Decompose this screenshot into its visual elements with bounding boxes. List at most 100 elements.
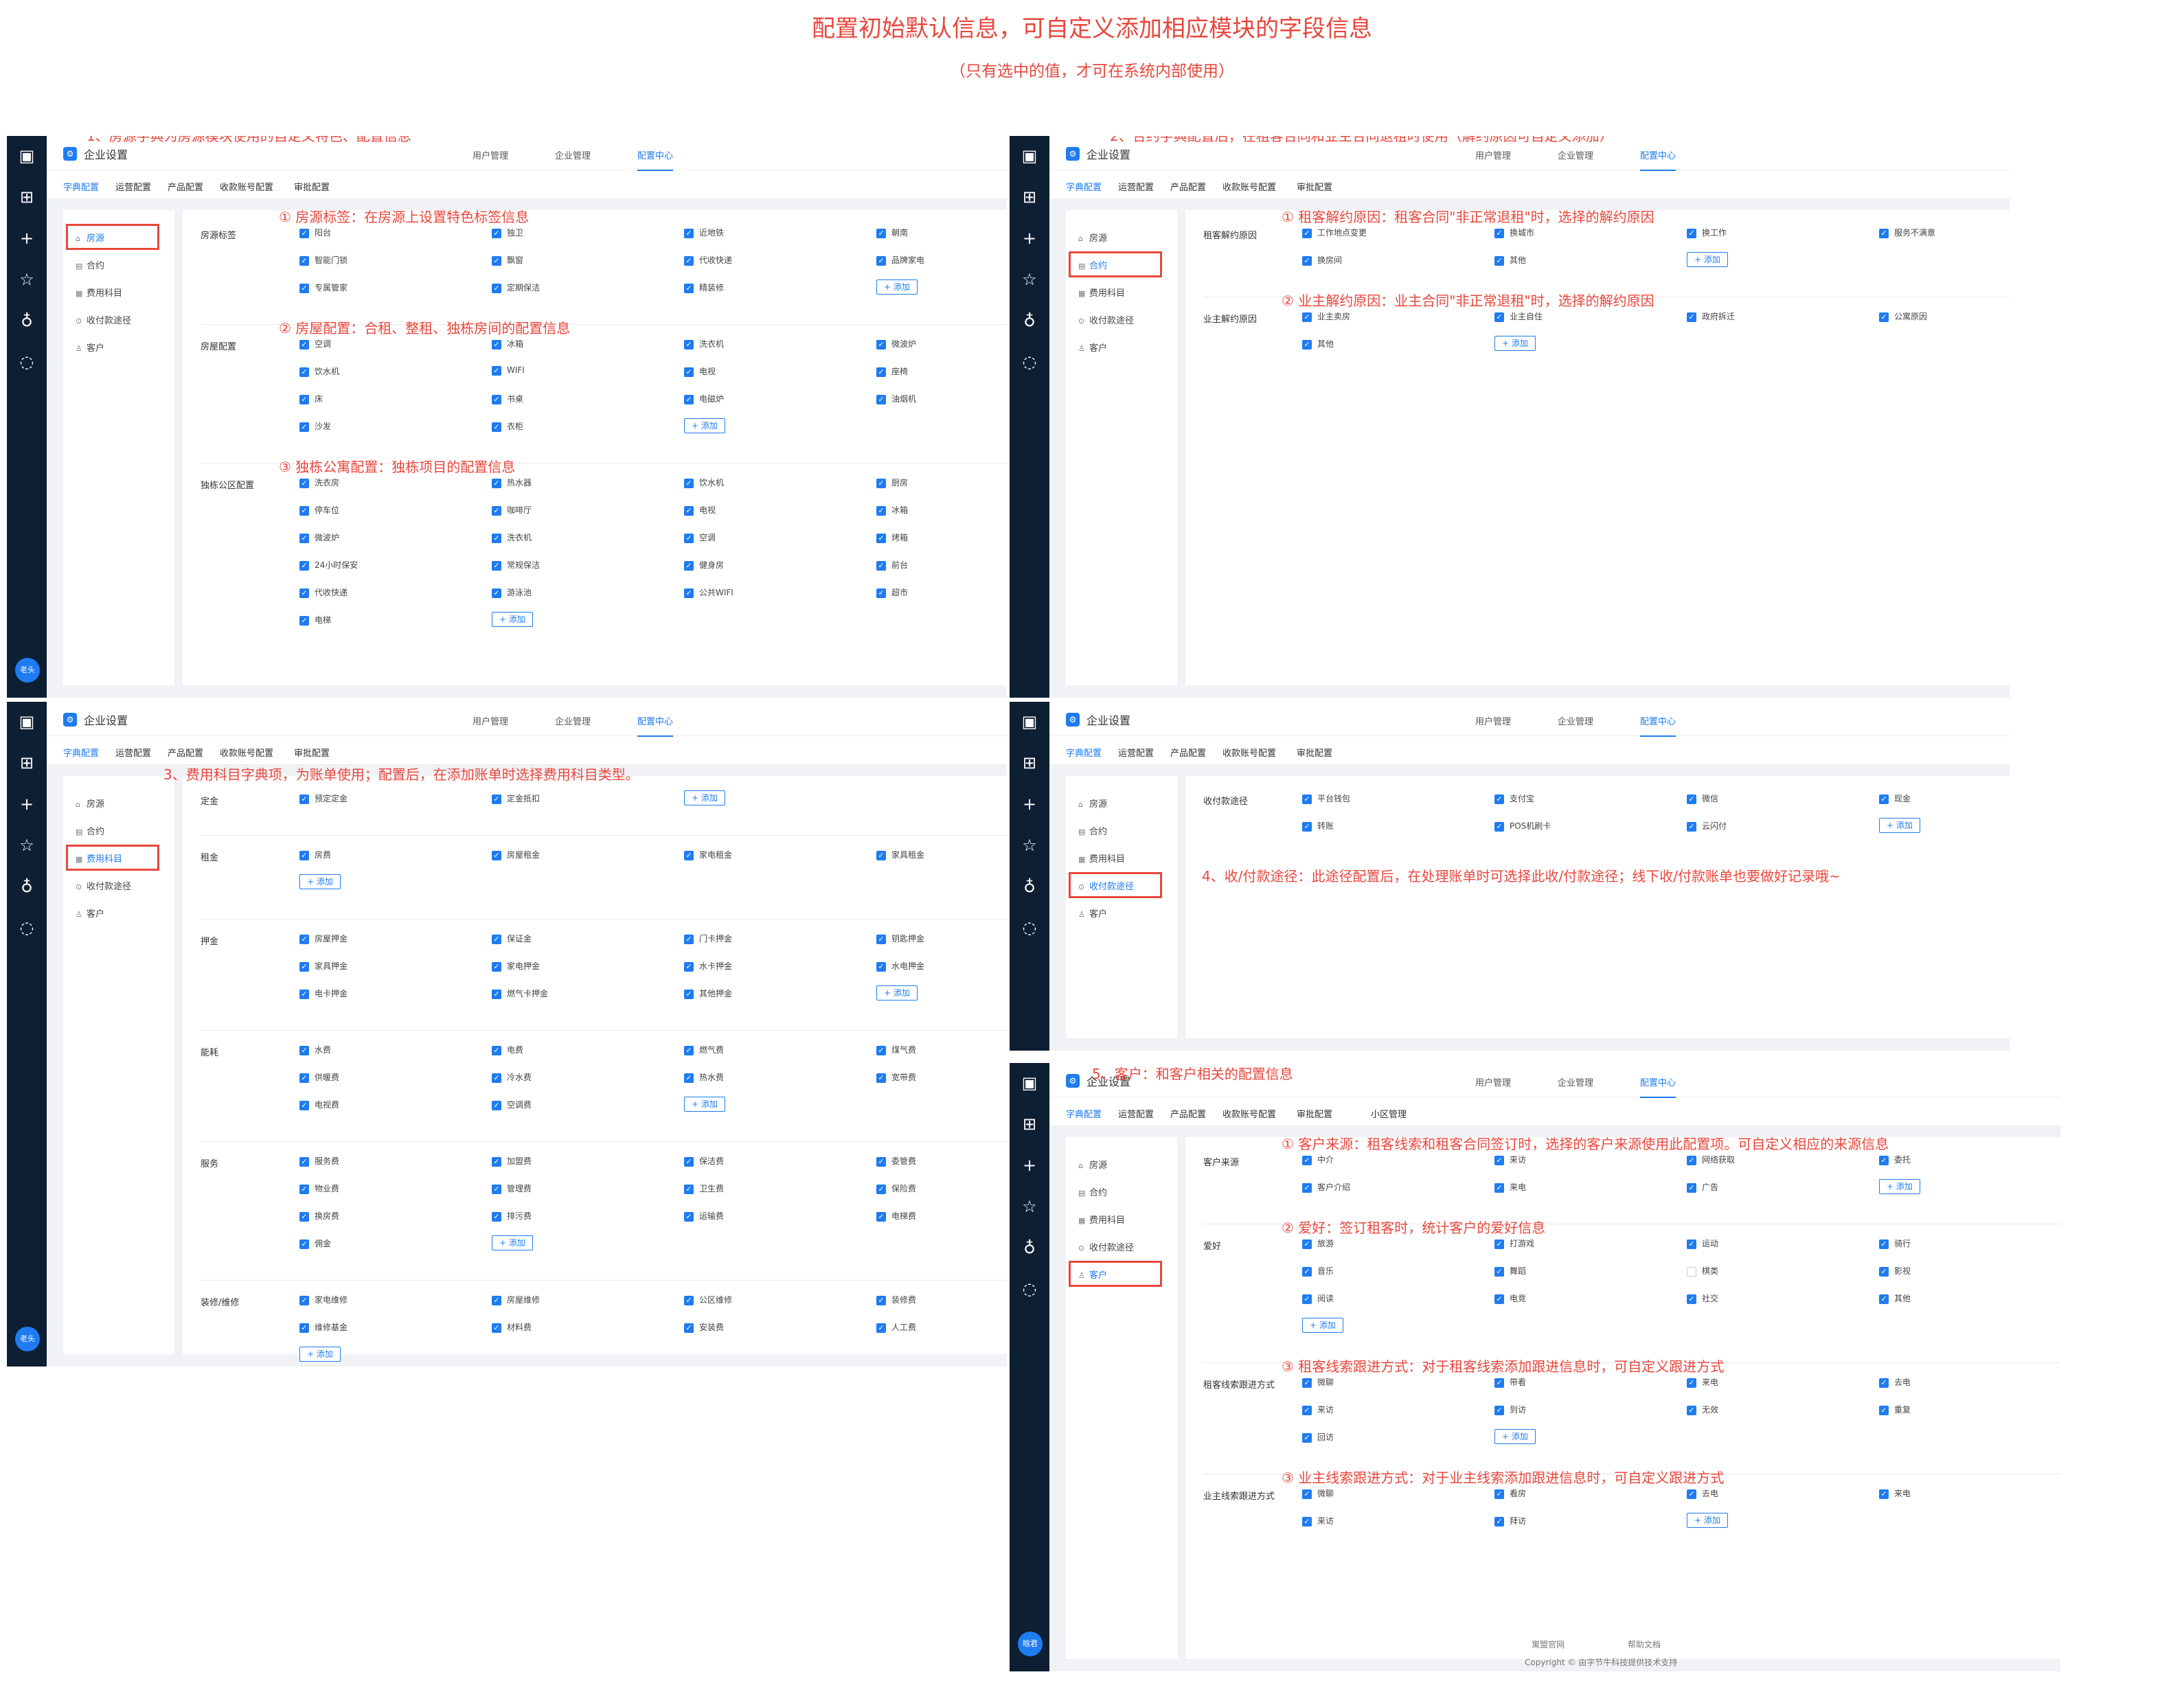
top-nav-2[interactable]: 配置中心 (1640, 148, 1676, 171)
checkbox-item[interactable]: ✓ 音乐 (1302, 1265, 1334, 1277)
plus-icon[interactable]: + (1010, 1155, 1049, 1176)
tab-4[interactable]: 审批配置 (294, 746, 330, 759)
left-nav-item-2[interactable]: ▦ 费用科目 (1078, 851, 1125, 865)
checkbox-item[interactable]: ✓ 舞蹈 (1494, 1265, 1526, 1277)
checkbox-icon[interactable]: ✓ (1494, 312, 1504, 322)
checkbox-item[interactable]: ✓ 饮水机 (299, 365, 339, 377)
checkbox-item[interactable]: ✓ 公寓原因 (1879, 310, 1927, 322)
checkbox-item[interactable]: ✓ 宽带费 (876, 1071, 916, 1083)
checkbox-icon[interactable]: ✓ (1302, 1239, 1312, 1249)
checkbox-icon[interactable]: ✓ (299, 850, 309, 860)
checkbox-icon[interactable]: ✓ (1494, 1155, 1504, 1165)
grid-icon[interactable]: ⊞ (1010, 1114, 1049, 1134)
checkbox-item[interactable]: ✓ 热水费 (684, 1071, 724, 1083)
checkbox-item[interactable]: ✓ 物业费 (299, 1182, 339, 1194)
checkbox-item[interactable]: ✓ 电费 (492, 1044, 523, 1055)
checkbox-icon[interactable]: ✓ (1687, 821, 1696, 832)
checkbox-item[interactable]: ✓ 保险费 (876, 1182, 916, 1194)
checkbox-icon[interactable]: ✓ (299, 505, 309, 516)
checkbox-item[interactable]: ✓ 保洁费 (684, 1155, 724, 1167)
checkbox-item[interactable]: ✓ 带看 (1494, 1376, 1526, 1388)
checkbox-item[interactable]: ✓ 来电 (1494, 1181, 1526, 1193)
checkbox-icon[interactable]: ✓ (876, 934, 886, 944)
checkbox-icon[interactable]: ✓ (684, 505, 694, 516)
checkbox-item[interactable]: ✓ 阅读 (1302, 1292, 1334, 1304)
checkbox-icon[interactable]: ✓ (299, 1323, 309, 1333)
checkbox-item[interactable]: ✓ 电视 (684, 504, 716, 516)
checkbox-icon[interactable]: ✓ (1879, 1294, 1889, 1304)
add-button[interactable]: + 添加 (1494, 336, 1536, 351)
checkbox-item[interactable]: ✓ 卫生费 (684, 1182, 724, 1194)
checkbox-icon[interactable]: ✓ (684, 588, 694, 598)
user-avatar[interactable]: 晗君 (1018, 1632, 1043, 1656)
checkbox-icon[interactable]: ✓ (876, 1045, 886, 1055)
checkbox-item[interactable]: ✓ 精装修 (684, 282, 724, 293)
checkbox-item[interactable]: ✓ 24小时保安 (299, 559, 358, 571)
checkbox-icon[interactable]: ✓ (1879, 1405, 1889, 1415)
checkbox-icon[interactable]: ✓ (684, 394, 694, 404)
tab-1[interactable]: 运营配置 (1118, 1107, 1154, 1120)
cube-icon[interactable]: ▣ (1010, 146, 1049, 166)
checkbox-item[interactable]: ✓ 定金抵扣 (492, 792, 540, 804)
left-nav-item-0[interactable]: ⌂ 房源 (76, 797, 104, 810)
checkbox-icon[interactable]: ✓ (876, 478, 886, 488)
checkbox-item[interactable]: ✓ 重复 (1879, 1404, 1911, 1415)
checkbox-item[interactable]: ✓ 装修费 (876, 1294, 916, 1305)
checkbox-item[interactable]: ✓ 电卡押金 (299, 987, 348, 999)
checkbox-item[interactable]: ✓ 其他 (1879, 1292, 1911, 1304)
checkbox-icon[interactable]: ✓ (1494, 1239, 1504, 1249)
left-nav-item-3[interactable]: ⊙ 收付款途径 (1078, 313, 1134, 326)
checkbox-item[interactable]: ✓ 支付宝 (1494, 792, 1534, 804)
checkbox-item[interactable]: ✓ 影视 (1879, 1265, 1911, 1277)
checkbox-item[interactable]: ✓ 网络获取 (1687, 1154, 1735, 1165)
checkbox-item[interactable]: ✓ 代收快递 (684, 254, 732, 266)
plus-icon[interactable]: + (1010, 794, 1049, 814)
top-nav-1[interactable]: 企业管理 (1558, 148, 1593, 161)
top-nav-0[interactable]: 用户管理 (1475, 714, 1511, 727)
add-button[interactable]: + 添加 (684, 418, 725, 433)
checkbox-item[interactable]: ✓ 常规保洁 (492, 559, 540, 571)
left-nav-item-2[interactable]: ▦ 费用科目 (1078, 286, 1125, 299)
checkbox-icon[interactable]: ✓ (492, 1211, 501, 1222)
money-bag-icon[interactable]: ♁ (7, 876, 47, 897)
checkbox-item[interactable]: ✓ 广告 (1687, 1181, 1718, 1193)
tab-2[interactable]: 产品配置 (1170, 1107, 1206, 1120)
checkbox-icon[interactable]: ✓ (876, 1295, 886, 1305)
checkbox-item[interactable]: ✓ 煤气费 (876, 1044, 916, 1055)
checkbox-item[interactable]: ✓ 拜访 (1494, 1515, 1526, 1527)
checkbox-item[interactable]: ✓ 换房费 (299, 1210, 339, 1222)
checkbox-item[interactable]: ✓ 热水器 (492, 477, 532, 488)
left-nav-item-0[interactable]: ⌂ 房源 (1078, 1158, 1107, 1171)
checkbox-icon[interactable]: ✓ (1302, 1377, 1312, 1388)
plus-icon[interactable]: + (7, 794, 47, 814)
checkbox-item[interactable]: ✓ 政府拆迁 (1687, 310, 1735, 322)
checkbox-icon[interactable]: ✓ (492, 1100, 501, 1110)
checkbox-item[interactable]: ✓ 智能门锁 (299, 254, 348, 266)
checkbox-icon[interactable]: ✓ (1302, 1405, 1312, 1415)
top-nav-2[interactable]: 配置中心 (637, 148, 674, 171)
checkbox-icon[interactable]: ✓ (1494, 1266, 1504, 1277)
checkbox-item[interactable]: ✓ 房屋押金 (299, 933, 348, 944)
checkbox-item[interactable]: ✓ 来电 (1687, 1376, 1718, 1388)
checkbox-icon[interactable]: ✓ (876, 850, 886, 860)
grid-icon[interactable]: ⊞ (7, 753, 47, 773)
checkbox-icon[interactable]: ✓ (492, 255, 501, 266)
checkbox-icon[interactable]: ✓ (492, 1184, 501, 1194)
checkbox-item[interactable]: ✓ 品牌家电 (876, 254, 924, 266)
checkbox-icon[interactable]: ✓ (299, 422, 309, 432)
checkbox-icon[interactable]: ✓ (1879, 794, 1889, 804)
checkbox-icon[interactable]: ✓ (876, 1184, 886, 1194)
tab-0[interactable]: 字典配置 (63, 180, 99, 193)
checkbox-item[interactable]: ✓ 电磁炉 (684, 393, 724, 404)
checkbox-item[interactable]: ✓ 来电 (1879, 1487, 1911, 1499)
checkbox-icon[interactable]: ✓ (492, 1295, 501, 1305)
top-nav-1[interactable]: 企业管理 (1558, 714, 1593, 727)
checkbox-icon[interactable]: ✓ (684, 1184, 694, 1194)
top-nav-1[interactable]: 企业管理 (555, 148, 591, 161)
checkbox-icon[interactable]: ✓ (299, 228, 309, 238)
checkbox-icon[interactable]: ✓ (492, 478, 501, 488)
checkbox-item[interactable]: ✓ 洗衣机 (684, 338, 724, 350)
checkbox-icon[interactable]: ✓ (1879, 1239, 1889, 1249)
checkbox-item[interactable]: ✓ 现金 (1879, 792, 1911, 804)
checkbox-icon[interactable]: ✓ (1494, 1405, 1504, 1415)
